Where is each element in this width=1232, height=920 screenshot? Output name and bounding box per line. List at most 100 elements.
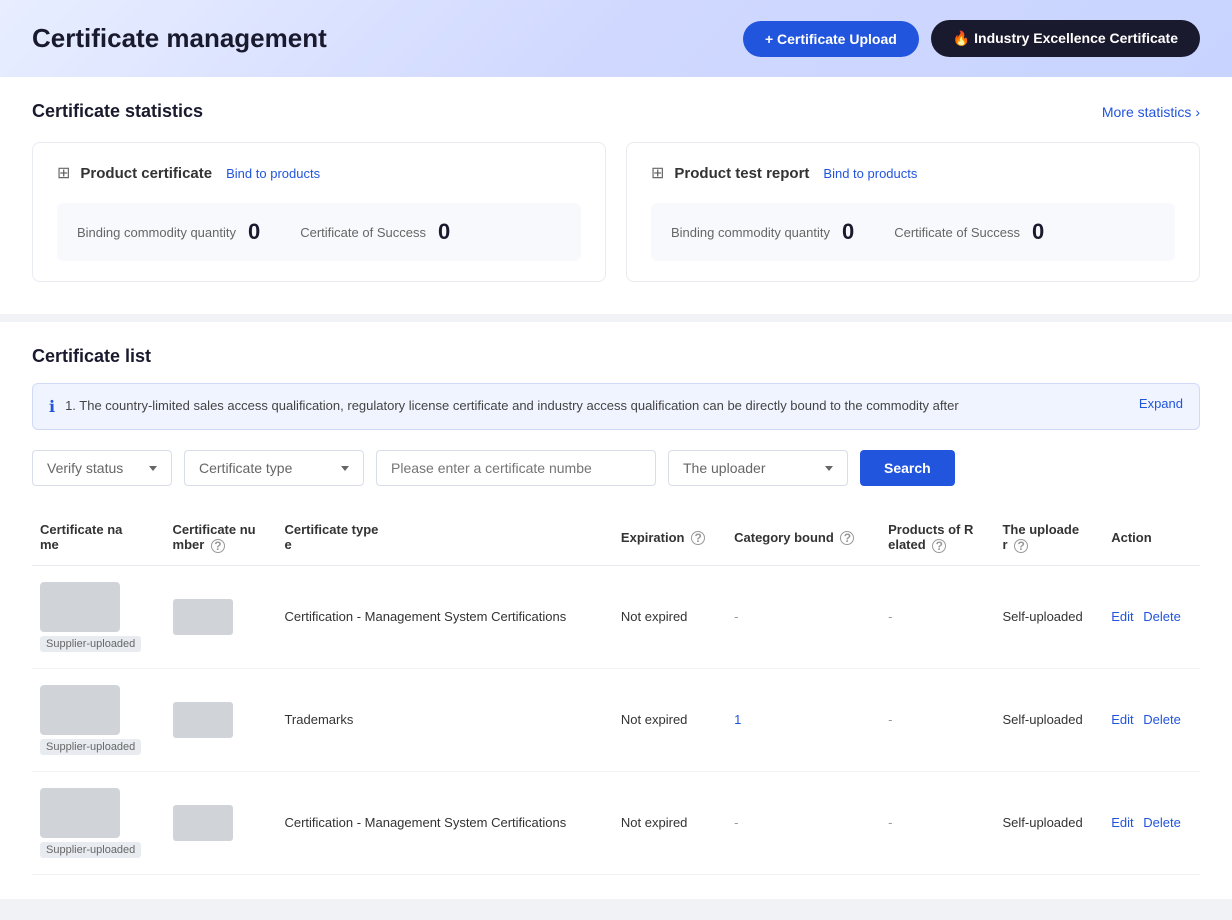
more-stats-chevron: › xyxy=(1195,104,1200,120)
edit-button-2[interactable]: Edit xyxy=(1111,815,1133,830)
edit-button-1[interactable]: Edit xyxy=(1111,712,1133,727)
verify-status-select[interactable]: Verify status xyxy=(32,450,172,486)
cert-thumbnail-1 xyxy=(40,685,120,735)
category-bound-cell-2: - xyxy=(726,771,880,874)
bind-to-products-link-2[interactable]: Bind to products xyxy=(823,166,917,181)
success-label-2: Certificate of Success xyxy=(894,225,1020,240)
uploader-cell-0: Self-uploaded xyxy=(994,565,1103,668)
binding-label-2: Binding commodity quantity xyxy=(671,225,830,240)
success-item-2: Certificate of Success 0 xyxy=(894,219,1044,245)
uploader-label: The uploader xyxy=(683,460,766,476)
col-products-related: Products of Related ? xyxy=(880,510,994,565)
certificate-card-icon: ⊞ xyxy=(57,163,70,183)
binding-label-1: Binding commodity quantity xyxy=(77,225,236,240)
certificate-upload-button[interactable]: + Certificate Upload xyxy=(743,21,919,57)
delete-button-2[interactable]: Delete xyxy=(1143,815,1181,830)
verify-status-chevron xyxy=(149,466,157,471)
products-related-cell-2: - xyxy=(880,771,994,874)
search-button[interactable]: Search xyxy=(860,450,955,486)
stats-cards: ⊞ Product certificate Bind to products B… xyxy=(32,142,1200,282)
cert-type-cell-1: Trademarks xyxy=(276,668,612,771)
table-header-row: Certificate name Certificate number ? Ce… xyxy=(32,510,1200,565)
stat-card-body-2: Binding commodity quantity 0 Certificate… xyxy=(651,203,1175,261)
list-section: Certificate list ℹ 1. The country-limite… xyxy=(0,322,1232,899)
product-certificate-card: ⊞ Product certificate Bind to products B… xyxy=(32,142,606,282)
products-help-icon: ? xyxy=(932,539,946,553)
product-certificate-title: Product certificate xyxy=(80,165,212,182)
binding-value-2: 0 xyxy=(842,219,854,245)
delete-button-1[interactable]: Delete xyxy=(1143,712,1181,727)
info-icon: ℹ xyxy=(49,397,55,417)
cert-number-cell-0 xyxy=(165,565,277,668)
delete-button-0[interactable]: Delete xyxy=(1143,609,1181,624)
col-category-bound: Category bound ? xyxy=(726,510,880,565)
uploader-chevron xyxy=(825,466,833,471)
more-stats-link[interactable]: More statistics › xyxy=(1102,104,1200,120)
binding-value-1: 0 xyxy=(248,219,260,245)
info-banner: ℹ 1. The country-limited sales access qu… xyxy=(32,383,1200,430)
page-header: Certificate management + Certificate Upl… xyxy=(0,0,1232,77)
col-cert-number: Certificate number ? xyxy=(165,510,277,565)
table-row: Supplier-uploaded Trademarks Not expired… xyxy=(32,668,1200,771)
uploader-select[interactable]: The uploader xyxy=(668,450,848,486)
uploader-cell-2: Self-uploaded xyxy=(994,771,1103,874)
success-value-1: 0 xyxy=(438,219,450,245)
expand-button[interactable]: Expand xyxy=(1139,396,1183,411)
industry-excellence-button[interactable]: 🔥 Industry Excellence Certificate xyxy=(931,20,1200,57)
cert-type-cell-0: Certification - Management System Certif… xyxy=(276,565,612,668)
category-bound-cell-0: - xyxy=(726,565,880,668)
edit-button-0[interactable]: Edit xyxy=(1111,609,1133,624)
filters-row: Verify status Certificate type The uploa… xyxy=(32,450,1200,486)
success-label-1: Certificate of Success xyxy=(300,225,426,240)
action-cell-1: Edit Delete xyxy=(1103,668,1200,771)
category-help-icon: ? xyxy=(840,531,854,545)
certificate-type-select[interactable]: Certificate type xyxy=(184,450,364,486)
certificate-type-label: Certificate type xyxy=(199,460,292,476)
uploader-help-icon: ? xyxy=(1014,539,1028,553)
stats-header: Certificate statistics More statistics › xyxy=(32,101,1200,122)
cert-name-cell-1: Supplier-uploaded xyxy=(32,668,165,771)
verify-status-label: Verify status xyxy=(47,460,123,476)
product-test-report-title: Product test report xyxy=(674,165,809,182)
info-banner-content: ℹ 1. The country-limited sales access qu… xyxy=(49,396,959,417)
more-stats-label: More statistics xyxy=(1102,104,1191,120)
certificate-type-chevron xyxy=(341,466,349,471)
cert-type-cell-2: Certification - Management System Certif… xyxy=(276,771,612,874)
expiration-cell-1: Not expired xyxy=(613,668,726,771)
table-body: Supplier-uploaded Certification - Manage… xyxy=(32,565,1200,874)
binding-quantity-item-2: Binding commodity quantity 0 xyxy=(671,219,854,245)
test-report-card-icon: ⊞ xyxy=(651,163,664,183)
certificate-number-input[interactable] xyxy=(376,450,656,486)
cert-tag-1: Supplier-uploaded xyxy=(40,739,141,755)
cert-thumbnail-2 xyxy=(40,788,120,838)
cert-tag-2: Supplier-uploaded xyxy=(40,842,141,858)
table-row: Supplier-uploaded Certification - Manage… xyxy=(32,771,1200,874)
uploader-cell-1: Self-uploaded xyxy=(994,668,1103,771)
cert-num-thumb-2 xyxy=(173,805,233,841)
bind-to-products-link-1[interactable]: Bind to products xyxy=(226,166,320,181)
stat-card-body-1: Binding commodity quantity 0 Certificate… xyxy=(57,203,581,261)
page-title: Certificate management xyxy=(32,23,327,54)
stats-section: Certificate statistics More statistics ›… xyxy=(0,77,1232,322)
action-cell-2: Edit Delete xyxy=(1103,771,1200,874)
success-item-1: Certificate of Success 0 xyxy=(300,219,450,245)
stat-card-header-2: ⊞ Product test report Bind to products xyxy=(651,163,1175,183)
cert-name-cell-2: Supplier-uploaded xyxy=(32,771,165,874)
expiration-cell-0: Not expired xyxy=(613,565,726,668)
list-title: Certificate list xyxy=(32,346,1200,367)
expiration-cell-2: Not expired xyxy=(613,771,726,874)
category-link-1[interactable]: 1 xyxy=(734,712,741,727)
cert-num-thumb-1 xyxy=(173,702,233,738)
expiration-help-icon: ? xyxy=(691,531,705,545)
table-header: Certificate name Certificate number ? Ce… xyxy=(32,510,1200,565)
success-value-2: 0 xyxy=(1032,219,1044,245)
col-cert-type: Certificate typee xyxy=(276,510,612,565)
cert-num-thumb-0 xyxy=(173,599,233,635)
certificate-table: Certificate name Certificate number ? Ce… xyxy=(32,510,1200,875)
col-uploader: The uploader ? xyxy=(994,510,1103,565)
binding-quantity-item-1: Binding commodity quantity 0 xyxy=(77,219,260,245)
info-text: 1. The country-limited sales access qual… xyxy=(65,396,959,416)
cert-number-cell-2 xyxy=(165,771,277,874)
products-related-cell-1: - xyxy=(880,668,994,771)
col-cert-name: Certificate name xyxy=(32,510,165,565)
